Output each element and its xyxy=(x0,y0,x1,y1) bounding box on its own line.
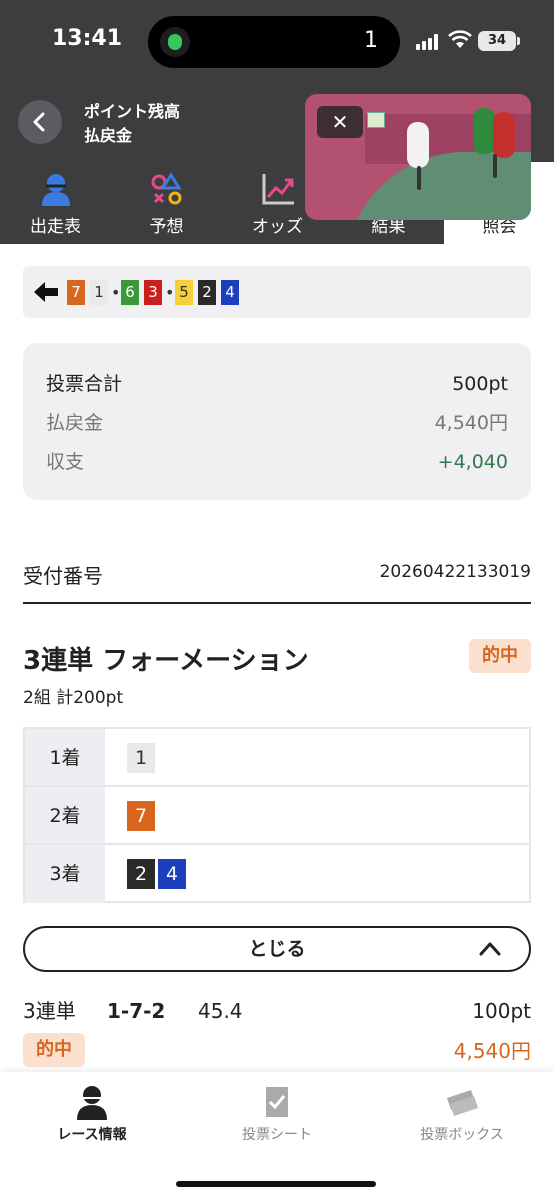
result-stake: 100pt xyxy=(472,999,531,1023)
summary-value: +4,040 xyxy=(437,451,508,473)
summary-row-balance: 収支 +4,040 xyxy=(46,447,508,477)
island-count: 1 xyxy=(364,28,378,53)
bet-summary: 2組 計200pt xyxy=(23,688,124,708)
summary-value: 500pt xyxy=(452,373,508,395)
receipt-value: 20260422133019 xyxy=(379,562,531,582)
position-box: 7 xyxy=(127,801,155,831)
nav-race-info[interactable]: レース情報 xyxy=(0,1072,184,1162)
summary-row-total: 投票合計 500pt xyxy=(46,369,508,399)
combo-box: 1 xyxy=(90,280,108,305)
summary-label: 払戻金 xyxy=(46,412,104,434)
race-info-icon xyxy=(77,1086,107,1120)
formation-table: 1着 1 2着 7 3着 2 4 xyxy=(23,727,531,903)
tab-prediction[interactable]: 予想 xyxy=(111,162,222,244)
position-box: 1 xyxy=(127,743,155,773)
result-payout: 4,540円 xyxy=(453,1039,531,1063)
nav-vote-sheet[interactable]: 投票シート xyxy=(185,1072,369,1162)
position-label: 3着 xyxy=(25,845,105,903)
result-odds: 45.4 xyxy=(198,999,243,1023)
table-row: 2着 7 xyxy=(25,787,529,845)
video-rider xyxy=(473,108,495,154)
back-button[interactable] xyxy=(18,100,62,144)
status-time: 13:41 xyxy=(52,26,123,51)
combo-separator: • xyxy=(165,283,175,302)
tab-label: 予想 xyxy=(149,217,184,237)
result-combination: 1-7-2 xyxy=(107,999,166,1023)
arrow-left-icon xyxy=(34,282,58,302)
collapse-label: とじる xyxy=(248,938,306,960)
hit-badge: 的中 xyxy=(469,639,531,673)
bet-type-title: 3連単 フォーメーション xyxy=(23,646,309,676)
position-label: 1着 xyxy=(25,729,105,785)
prediction-shapes-icon xyxy=(151,172,182,205)
table-row: 3着 2 4 xyxy=(25,845,529,903)
result-bet-type: 3連単 xyxy=(23,999,76,1023)
battery-icon: 34 xyxy=(478,31,516,51)
combo-box: 6 xyxy=(121,280,139,305)
close-video-button[interactable]: ✕ xyxy=(317,106,363,138)
result-hit-badge: 的中 xyxy=(23,1033,85,1067)
summary-value: 4,540円 xyxy=(434,412,508,434)
dynamic-island[interactable]: 1 xyxy=(148,16,400,68)
tab-entries[interactable]: 出走表 xyxy=(0,162,111,244)
video-signboard xyxy=(367,112,385,128)
tab-label: 出走表 xyxy=(30,217,81,237)
summary-label: 投票合計 xyxy=(46,373,123,395)
combo-box: 5 xyxy=(175,280,193,305)
position-label: 2着 xyxy=(25,787,105,843)
combo-separator: • xyxy=(111,283,121,302)
wifi-icon xyxy=(448,30,472,48)
nav-label: 投票ボックス xyxy=(420,1127,504,1143)
vote-sheet-icon xyxy=(266,1087,288,1117)
live-video-player[interactable]: ✕ xyxy=(305,94,531,220)
video-rider xyxy=(493,112,515,158)
nav-label: 投票シート xyxy=(242,1127,312,1143)
ticket-box-icon xyxy=(447,1090,478,1116)
points-line-2: 払戻金 xyxy=(84,126,133,145)
person-icon xyxy=(42,174,70,206)
nav-ticket-box[interactable]: 投票ボックス xyxy=(370,1072,554,1162)
cellular-signal-icon xyxy=(416,34,442,50)
chevron-left-icon xyxy=(33,112,45,132)
receipt-label: 受付番号 xyxy=(23,564,103,588)
live-activity-app-icon xyxy=(160,27,190,57)
collapse-button[interactable]: とじる xyxy=(23,926,531,972)
summary-card: 投票合計 500pt 払戻金 4,540円 収支 +4,040 xyxy=(23,343,531,500)
combo-box: 2 xyxy=(198,280,216,305)
chevron-up-icon xyxy=(479,942,501,956)
summary-row-payout: 払戻金 4,540円 xyxy=(46,408,508,438)
trend-chart-icon xyxy=(262,174,294,205)
combo-box: 3 xyxy=(144,280,162,305)
nav-label: レース情報 xyxy=(57,1127,127,1143)
top-header: 13:41 1 34 ポイント残高 払戻金 出走表 予想 オッズ 結果 照会 ✕ xyxy=(0,0,554,244)
battery-tip xyxy=(517,37,520,45)
table-row: 1着 1 xyxy=(25,729,529,787)
points-balance-label: ポイント残高 払戻金 xyxy=(84,100,180,148)
summary-label: 収支 xyxy=(46,451,85,473)
home-indicator[interactable] xyxy=(176,1181,376,1187)
receipt-number-row: 受付番号 20260422133019 xyxy=(23,558,531,604)
result-row: 3連単 1-7-2 45.4 100pt xyxy=(23,996,531,1026)
video-rider xyxy=(407,122,429,168)
video-wheel xyxy=(417,166,421,190)
video-wheel xyxy=(493,154,497,178)
combo-box: 7 xyxy=(67,280,85,305)
status-bar: 13:41 1 34 xyxy=(0,0,554,86)
position-box: 2 xyxy=(127,859,155,889)
points-line-1: ポイント残高 xyxy=(84,102,181,121)
position-box: 4 xyxy=(158,859,186,889)
combo-box: 4 xyxy=(221,280,239,305)
combination-strip: 7 1 • 6 3 • 5 2 4 xyxy=(23,266,531,318)
